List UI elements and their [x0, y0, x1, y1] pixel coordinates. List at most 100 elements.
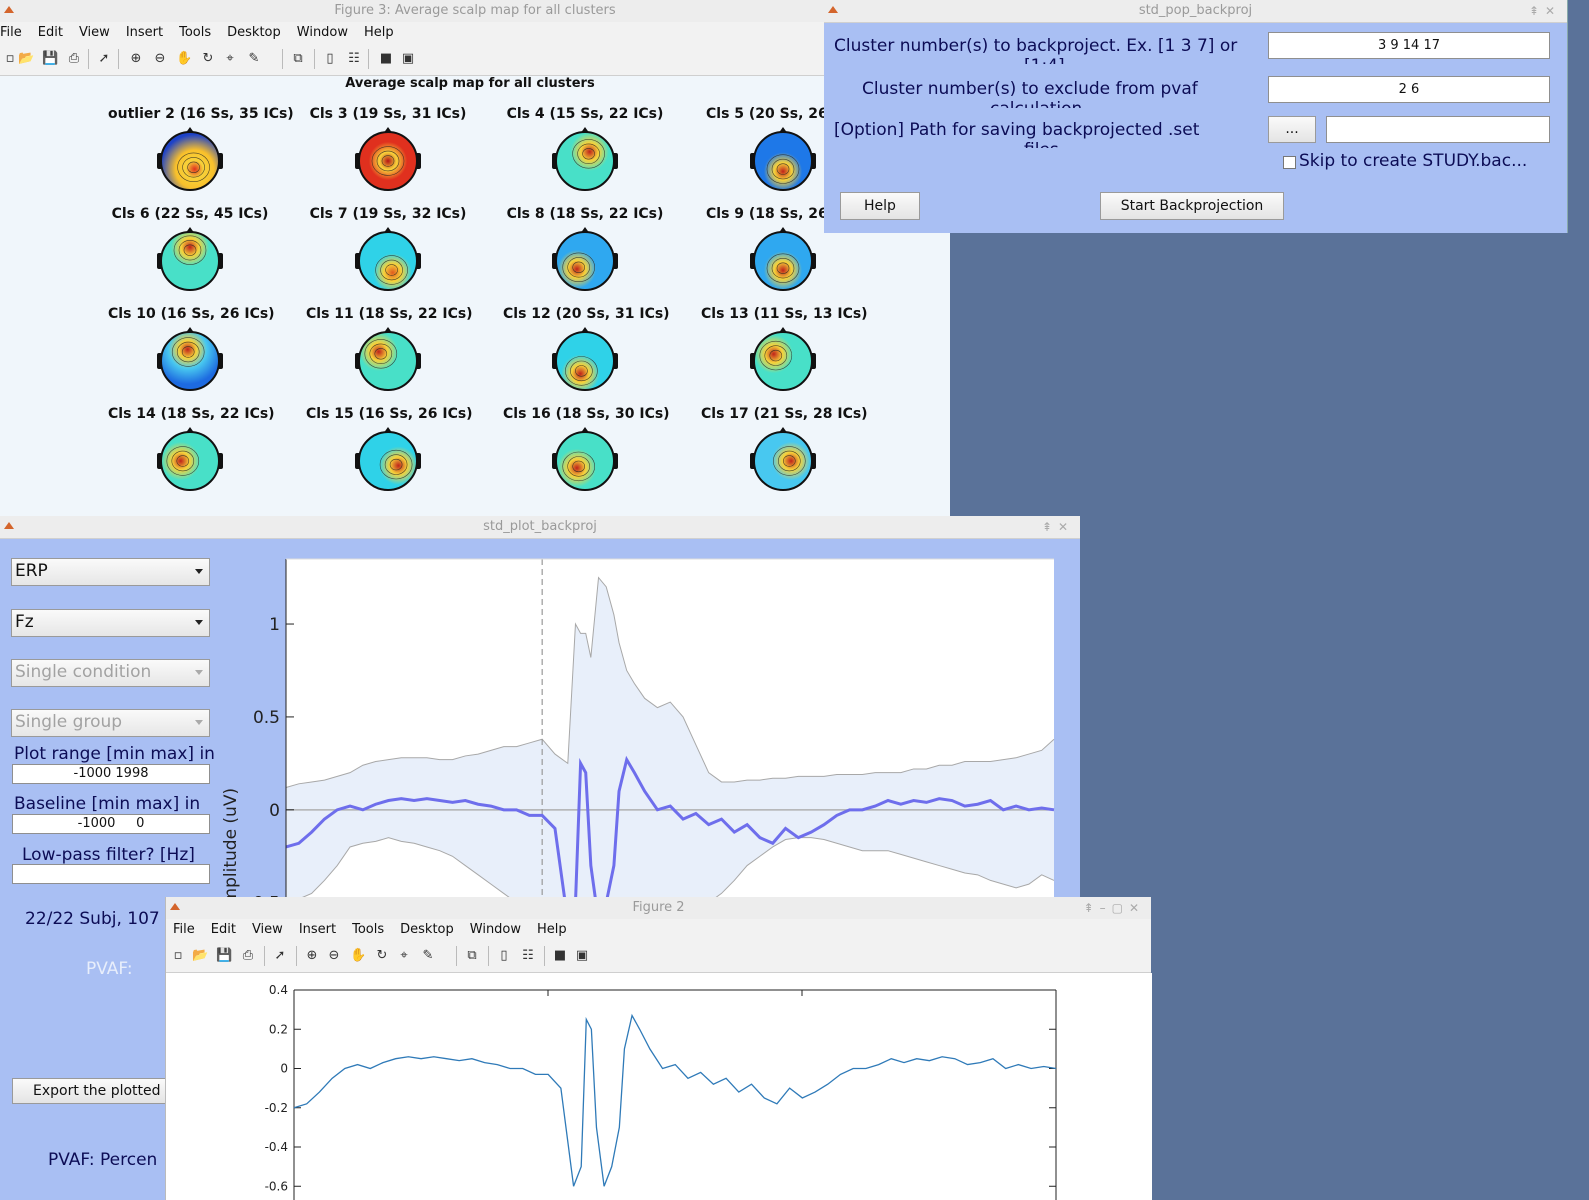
- figure2-toolbar: ▫ 📂 💾 ⎙ ➚ ⊕ ⊖ ✋ ↻ ⌖ ✎ ⧉ ▯ ☷ ■ ▣: [166, 940, 1151, 973]
- scalp-map[interactable]: [748, 126, 818, 196]
- scalp-map[interactable]: [550, 326, 620, 396]
- save-icon[interactable]: 💾: [216, 948, 232, 964]
- rotate-icon[interactable]: ↻: [200, 51, 216, 67]
- channel-dropdown[interactable]: Fz: [11, 609, 210, 637]
- browse-button[interactable]: ...: [1268, 116, 1316, 143]
- link-plot-icon[interactable]: ⧉: [464, 948, 480, 964]
- zoom-in-icon[interactable]: ⊕: [128, 51, 144, 67]
- scalp-map[interactable]: [155, 126, 225, 196]
- colorbar-icon[interactable]: ▯: [322, 51, 338, 67]
- menu-file[interactable]: File: [173, 919, 195, 940]
- window-controls[interactable]: ⇞–▢✕: [1084, 897, 1145, 919]
- exclude-clusters-input[interactable]: 2 6: [1268, 76, 1550, 103]
- condition-dropdown[interactable]: Single condition: [11, 659, 210, 687]
- y-tick-label: 1: [269, 615, 280, 635]
- menu-insert[interactable]: Insert: [299, 919, 336, 940]
- pointer-icon[interactable]: ➚: [96, 51, 112, 67]
- help-button[interactable]: Help: [840, 192, 920, 220]
- cluster-title: Cls 15 (16 Ss, 26 ICs): [306, 406, 473, 422]
- save-path-label-wrap: files: [1024, 140, 1059, 148]
- scalp-map[interactable]: [155, 326, 225, 396]
- std-plot-backproj-titlebar[interactable]: std_plot_backproj ⇞✕: [0, 516, 1080, 539]
- measure-dropdown[interactable]: ERP: [11, 558, 210, 586]
- menu-view[interactable]: View: [79, 22, 110, 43]
- menu-desktop[interactable]: Desktop: [227, 22, 281, 43]
- open-icon[interactable]: 📂: [192, 948, 208, 964]
- measure-value: ERP: [15, 561, 48, 581]
- menu-edit[interactable]: Edit: [38, 22, 63, 43]
- scalp-map[interactable]: [748, 226, 818, 296]
- save-icon[interactable]: 💾: [42, 51, 58, 67]
- figure2-plot[interactable]: 0.4 0.2 0 -0.2 -0.4 -0.6: [166, 973, 1152, 1200]
- figure2-menubar: File Edit View Insert Tools Desktop Window Help: [166, 919, 1151, 940]
- window-controls[interactable]: ⇞✕: [1042, 516, 1074, 538]
- scalp-map[interactable]: [748, 326, 818, 396]
- new-figure-icon[interactable]: ▫: [2, 51, 18, 67]
- backproject-clusters-input[interactable]: 3 9 14 17: [1268, 32, 1550, 59]
- menu-help[interactable]: Help: [537, 919, 567, 940]
- menu-edit[interactable]: Edit: [211, 919, 236, 940]
- backproject-label-wrap: [1:4]: [1024, 56, 1065, 64]
- scalp-map[interactable]: [353, 126, 423, 196]
- scalp-map[interactable]: [550, 126, 620, 196]
- start-backprojection-button[interactable]: Start Backprojection: [1100, 192, 1284, 220]
- print-icon[interactable]: ⎙: [240, 948, 256, 964]
- pointer-icon[interactable]: ➚: [272, 948, 288, 964]
- zoom-in-icon[interactable]: ⊕: [304, 948, 320, 964]
- erp-plot[interactable]: 10.50-0.5Amplitude (uV): [220, 552, 1070, 912]
- menu-window[interactable]: Window: [297, 22, 348, 43]
- data-cursor-icon[interactable]: ⌖: [222, 51, 238, 67]
- plot-range-input[interactable]: -1000 1998: [12, 764, 210, 784]
- cluster-title: Cls 13 (11 Ss, 13 ICs): [701, 306, 868, 322]
- std-pop-backproj-titlebar[interactable]: std_pop_backproj ⇞✕: [824, 0, 1567, 23]
- scalp-map-heading: Average scalp map for all clusters: [345, 76, 595, 91]
- scalp-map[interactable]: [550, 426, 620, 496]
- dock-icon[interactable]: ▣: [574, 948, 590, 964]
- brush-icon[interactable]: ✎: [246, 51, 262, 67]
- pan-icon[interactable]: ✋: [176, 51, 192, 67]
- data-cursor-icon[interactable]: ⌖: [396, 948, 412, 964]
- menu-insert[interactable]: Insert: [126, 22, 163, 43]
- scalp-map[interactable]: [748, 426, 818, 496]
- channel-value: Fz: [15, 612, 34, 632]
- skip-study-checkbox[interactable]: [1283, 156, 1296, 169]
- menu-tools[interactable]: Tools: [179, 22, 211, 43]
- cluster-title: Cls 7 (19 Ss, 32 ICs): [309, 206, 467, 222]
- figure3-titlebar[interactable]: Figure 3: Average scalp map for all clus…: [0, 0, 950, 23]
- link-plot-icon[interactable]: ⧉: [290, 51, 306, 67]
- menu-desktop[interactable]: Desktop: [400, 919, 454, 940]
- pan-icon[interactable]: ✋: [350, 948, 366, 964]
- colorbar-icon[interactable]: ▯: [496, 948, 512, 964]
- scalp-map[interactable]: [353, 326, 423, 396]
- save-path-input[interactable]: [1326, 116, 1550, 143]
- new-figure-icon[interactable]: ▫: [170, 948, 186, 964]
- legend-icon[interactable]: ☷: [346, 51, 362, 67]
- zoom-out-icon[interactable]: ⊖: [326, 948, 342, 964]
- scalp-map[interactable]: [353, 226, 423, 296]
- open-icon[interactable]: 📂: [18, 51, 34, 67]
- rotate-icon[interactable]: ↻: [374, 948, 390, 964]
- scalp-map[interactable]: [155, 226, 225, 296]
- figure2-titlebar[interactable]: Figure 2 ⇞–▢✕: [166, 897, 1151, 920]
- baseline-input[interactable]: -1000 0: [12, 814, 210, 834]
- hide-tools-icon[interactable]: ■: [552, 948, 568, 964]
- group-dropdown[interactable]: Single group: [11, 709, 210, 737]
- menu-file[interactable]: File: [0, 22, 22, 43]
- menu-window[interactable]: Window: [470, 919, 521, 940]
- cluster-title: Cls 16 (18 Ss, 30 ICs): [503, 406, 670, 422]
- brush-icon[interactable]: ✎: [420, 948, 436, 964]
- menu-help[interactable]: Help: [364, 22, 394, 43]
- menu-tools[interactable]: Tools: [352, 919, 384, 940]
- scalp-map[interactable]: [550, 226, 620, 296]
- print-icon[interactable]: ⎙: [66, 51, 82, 67]
- legend-icon[interactable]: ☷: [520, 948, 536, 964]
- zoom-out-icon[interactable]: ⊖: [152, 51, 168, 67]
- window-controls[interactable]: ⇞✕: [1529, 0, 1561, 22]
- scalp-map[interactable]: [353, 426, 423, 496]
- dock-icon[interactable]: ▣: [400, 51, 416, 67]
- cluster-title: outlier 2 (16 Ss, 35 ICs): [108, 106, 294, 122]
- menu-view[interactable]: View: [252, 919, 283, 940]
- lowpass-input[interactable]: [12, 864, 210, 884]
- hide-tools-icon[interactable]: ■: [378, 51, 394, 67]
- scalp-map[interactable]: [155, 426, 225, 496]
